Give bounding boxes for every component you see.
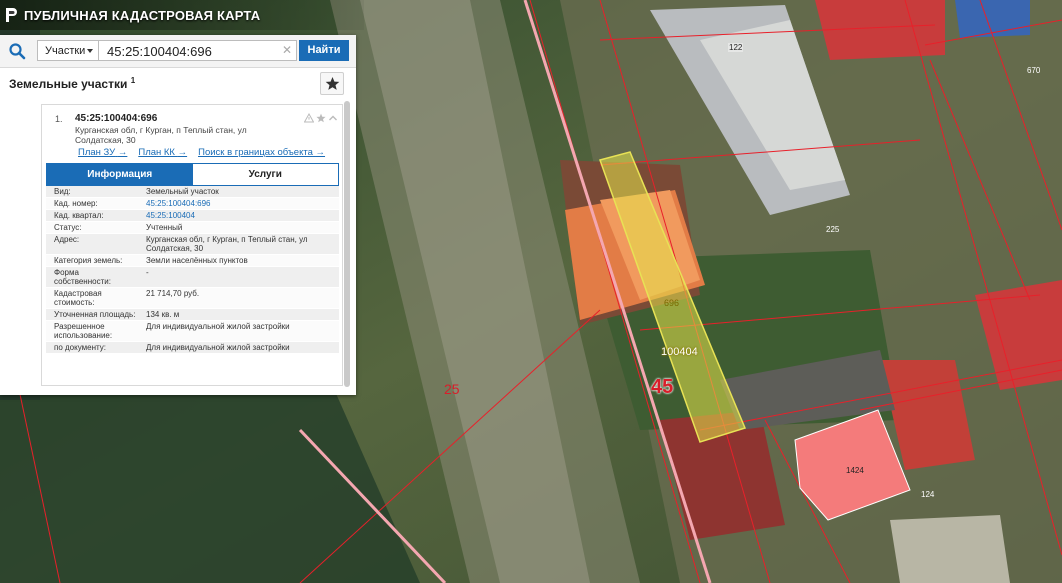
link-plan-zu[interactable]: План ЗУ → (78, 147, 127, 158)
row-value-cad-number-link[interactable]: 45:25:100404:696 (142, 198, 339, 209)
table-row: Форма собственности: - (46, 267, 339, 288)
search-type-value: Участки (45, 45, 86, 57)
row-value-quarter-link[interactable]: 45:25:100404 (142, 210, 339, 221)
table-row: по документу: Для индивидуальной жилой за… (46, 342, 339, 354)
title-bar: ПУБЛИЧНАЯ КАДАСТРОВАЯ КАРТА (0, 0, 364, 30)
table-row: Статус: Учтенный (46, 222, 339, 234)
row-label: Разрешенное использование: (54, 322, 113, 340)
search-input[interactable]: 45:25:100404:696 (99, 40, 297, 61)
row-label: Форма собственности: (54, 268, 111, 286)
search-type-select[interactable]: Участки (37, 40, 99, 61)
table-row: Разрешенное использование: Для индивидуал… (46, 321, 339, 342)
arrow-right-icon: → (315, 147, 326, 158)
link-search-within[interactable]: Поиск в границах объекта → (198, 147, 325, 158)
label-25: 25 (444, 381, 460, 397)
row-value: 21 714,70 руб. (146, 289, 200, 298)
row-value: 134 кв. м (146, 310, 180, 319)
search-panel: Участки 45:25:100404:696 ✕ Найти Земельн… (0, 35, 356, 395)
search-icon[interactable] (8, 42, 26, 60)
row-value: Курганская обл, г Курган, п Теплый стан,… (146, 235, 308, 253)
find-button[interactable]: Найти (299, 40, 349, 61)
chevron-down-icon (87, 49, 93, 53)
table-row: Кад. номер: 45:25:100404:696 (46, 198, 339, 210)
row-value: Учтенный (146, 223, 183, 232)
row-label: Кадастровая стоимость: (54, 289, 102, 307)
warning-icon[interactable] (304, 113, 314, 123)
result-count: 1 (130, 76, 136, 85)
label-670: 670 (1027, 66, 1041, 75)
row-label: Кад. квартал: (54, 211, 104, 220)
search-bar: Участки 45:25:100404:696 ✕ Найти (0, 35, 356, 68)
section-title: Земельные участки 1 (9, 76, 135, 91)
label-122: 122 (728, 43, 744, 52)
app-logo-icon[interactable] (4, 7, 18, 23)
result-index: 1. (55, 114, 63, 124)
result-tabs: Информация Услуги (46, 163, 339, 186)
chevron-up-icon[interactable] (328, 113, 338, 123)
tab-info[interactable]: Информация (47, 164, 193, 185)
panel-scrollbar[interactable] (344, 101, 350, 387)
label-225: 225 (826, 225, 840, 234)
favorites-button[interactable] (320, 72, 344, 95)
label-parcel-696: 696 (664, 298, 680, 308)
row-label: Адрес: (54, 235, 80, 244)
label-quarter-100404: 100404 (661, 346, 698, 358)
row-value: Для индивидуальной жилой застройки (146, 322, 290, 331)
table-row: Адрес: Курганская обл, г Курган, п Теплый… (46, 234, 339, 255)
table-row: Кад. квартал: 45:25:100404 (46, 210, 339, 222)
card-actions (304, 113, 338, 123)
arrow-right-icon: → (117, 147, 128, 158)
result-links: План ЗУ → План КК → Поиск в границах объ… (78, 147, 325, 158)
table-row: Категория земель: Земли населённых пункто… (46, 255, 339, 267)
table-row: Уточненная площадь: 134 кв. м (46, 309, 339, 321)
label-124: 124 (921, 490, 935, 499)
row-label: по документу: (54, 343, 106, 352)
row-label: Статус: (54, 223, 82, 232)
section-header: Земельные участки 1 (0, 67, 356, 103)
light-yard-bottom (890, 515, 1010, 583)
result-cad-number[interactable]: 45:25:100404:696 (75, 113, 157, 124)
section-title-text: Земельные участки (9, 77, 128, 91)
row-label: Уточненная площадь: (54, 310, 136, 319)
link-plan-zu-label: План ЗУ (78, 147, 116, 158)
row-label: Вид: (54, 187, 71, 196)
link-plan-kk[interactable]: План КК → (138, 147, 187, 158)
row-label: Категория земель: (54, 256, 123, 265)
row-value: Земли населённых пунктов (146, 256, 248, 265)
star-outline-icon[interactable] (316, 113, 326, 123)
link-search-within-label: Поиск в границах объекта (198, 147, 313, 158)
row-value: Земельный участок (146, 187, 219, 196)
app-title: ПУБЛИЧНАЯ КАДАСТРОВАЯ КАРТА (24, 7, 261, 23)
info-table: Вид: Земельный участок Кад. номер: 45:25:1… (46, 186, 339, 354)
arrow-right-icon: → (177, 147, 188, 158)
label-1424: 1424 (846, 466, 864, 475)
label-region-45: 45 (651, 376, 674, 398)
result-card: 1. 45:25:100404:696 Курганская обл, г Ку… (41, 104, 343, 386)
link-plan-kk-label: План КК (138, 147, 175, 158)
row-value: - (146, 268, 149, 277)
tab-services[interactable]: Услуги (192, 164, 338, 185)
clear-icon[interactable]: ✕ (282, 43, 292, 57)
table-row: Кадастровая стоимость: 21 714,70 руб. (46, 288, 339, 309)
result-address: Курганская обл, г Курган, п Теплый стан,… (75, 125, 247, 145)
row-value: Для индивидуальной жилой застройки (146, 343, 290, 352)
table-row: Вид: Земельный участок (46, 186, 339, 198)
row-label: Кад. номер: (54, 199, 98, 208)
star-icon (325, 77, 340, 90)
